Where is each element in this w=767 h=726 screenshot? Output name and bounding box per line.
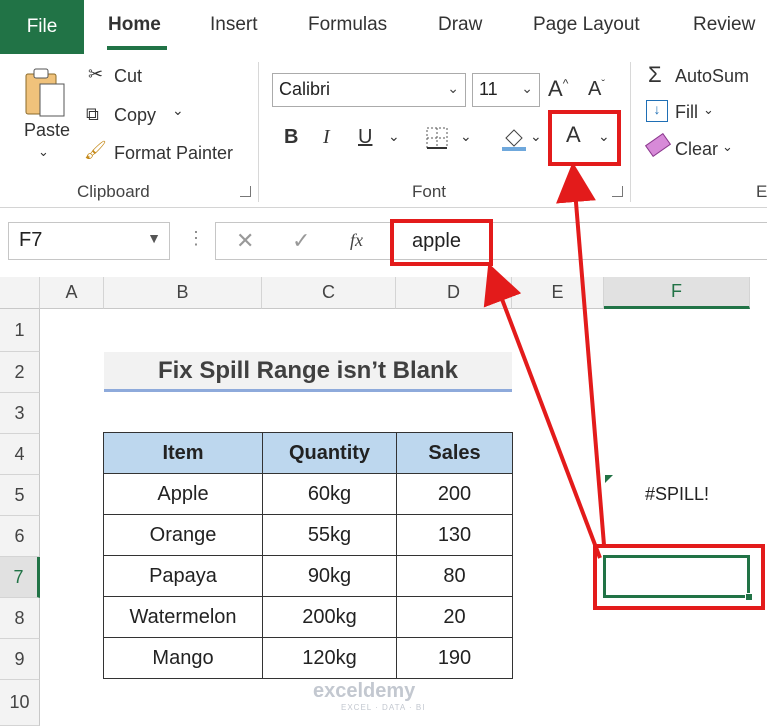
arrow-to-font-color bbox=[556, 162, 606, 546]
watermark-name: exceldemy bbox=[313, 680, 416, 702]
watermark-tagline: EXCEL · DATA · BI bbox=[341, 703, 426, 712]
annotation-arrows bbox=[483, 162, 606, 559]
watermark-logo: exceldemy EXCEL · DATA · BI bbox=[313, 680, 425, 712]
